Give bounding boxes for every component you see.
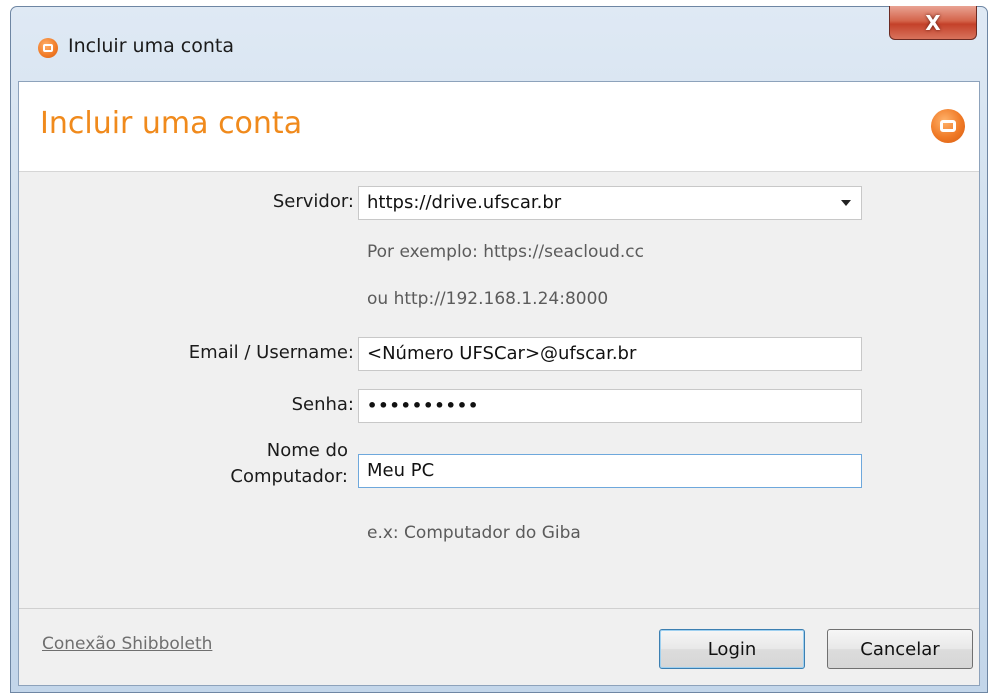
title-bar[interactable]: Incluir uma conta X [11, 6, 987, 81]
dialog-heading: Incluir uma conta [40, 106, 303, 141]
computer-name-label: Nome do Computador: [19, 438, 348, 490]
server-combobox[interactable]: https://drive.ufscar.br [358, 186, 862, 220]
computer-name-hint: e.x: Computador do Giba [367, 523, 581, 543]
server-value: https://drive.ufscar.br [367, 192, 562, 213]
cancel-button[interactable]: Cancelar [827, 629, 973, 669]
password-input[interactable]: •••••••••• [358, 389, 862, 423]
dialog-header: Incluir uma conta [19, 82, 979, 172]
window-title: Incluir uma conta [68, 35, 234, 57]
server-hint-alt: ou http://192.168.1.24:8000 [367, 289, 609, 309]
email-label: Email / Username: [188, 342, 354, 363]
server-label: Servidor: [272, 191, 354, 212]
computer-name-label-line1: Nome do [266, 440, 348, 461]
login-button[interactable]: Login [659, 629, 805, 669]
dialog-body: Incluir uma conta Servidor: https://driv… [18, 81, 980, 686]
seafile-app-icon [38, 38, 58, 58]
chevron-down-icon[interactable] [841, 200, 851, 206]
dialog-window: Incluir uma conta X Incluir uma conta Se… [10, 6, 988, 693]
computer-name-input[interactable]: Meu PC [358, 454, 862, 488]
password-label: Senha: [291, 394, 354, 415]
footer-divider [19, 608, 979, 609]
server-hint-example: Por exemplo: https://seacloud.cc [367, 242, 645, 262]
shibboleth-login-link[interactable]: Conexão Shibboleth [42, 634, 212, 654]
seafile-logo-icon [931, 109, 965, 143]
computer-name-label-line2: Computador: [230, 466, 348, 487]
close-button[interactable]: X [889, 6, 977, 40]
email-input[interactable]: <Número UFSCar>@ufscar.br [358, 337, 862, 371]
